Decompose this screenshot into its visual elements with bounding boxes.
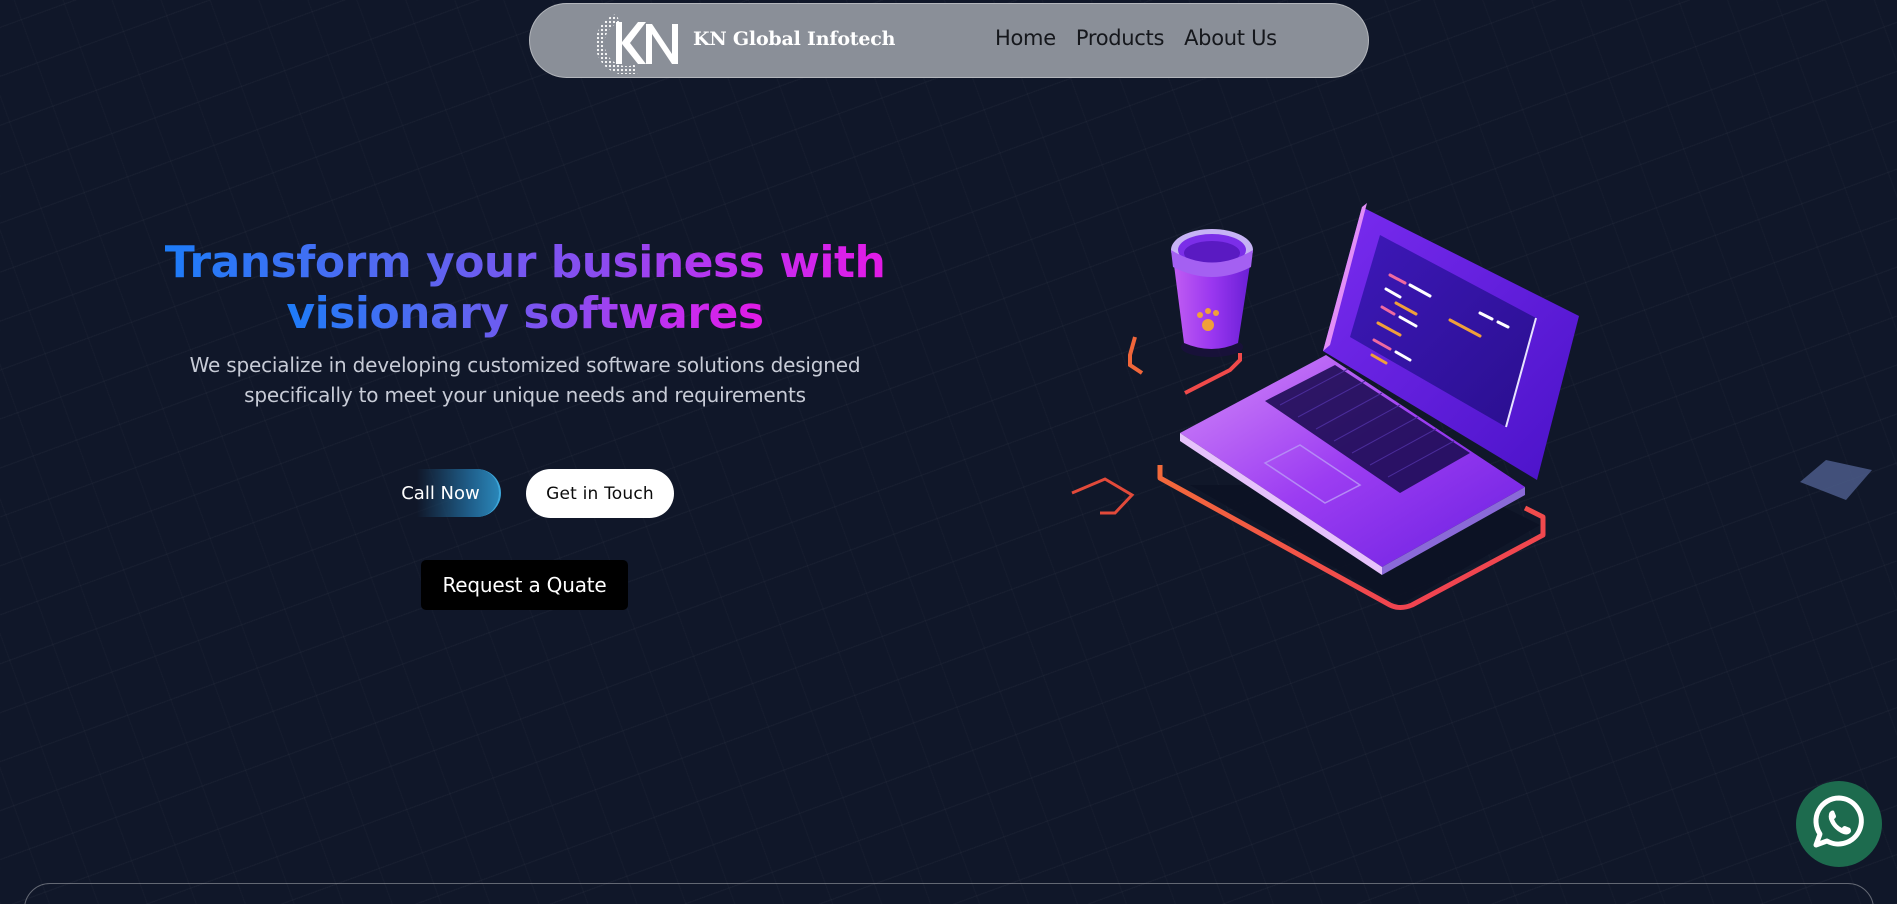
get-in-touch-button[interactable]: Get in Touch — [526, 469, 674, 518]
hero-subtitle-line2: specifically to meet your unique needs a… — [244, 383, 806, 407]
navbar: KN Global Infotech Home Products About U… — [529, 3, 1369, 78]
request-quote-button[interactable]: Request a Quate — [421, 560, 628, 610]
kn-logo-icon[interactable] — [588, 12, 688, 76]
nav-link-home[interactable]: Home — [995, 26, 1056, 50]
hero-title-line2: visionary softwares — [286, 288, 764, 339]
brand-name[interactable]: KN Global Infotech — [693, 28, 895, 50]
whatsapp-icon — [1809, 792, 1869, 856]
nav-links: Home Products About Us — [995, 26, 1277, 50]
whatsapp-button[interactable] — [1796, 781, 1882, 867]
next-section-card — [24, 883, 1874, 904]
decorative-diamond — [1800, 460, 1872, 504]
call-now-button[interactable]: Call Now — [382, 469, 501, 517]
nav-link-products[interactable]: Products — [1076, 26, 1165, 50]
laptop-illustration — [1060, 195, 1590, 615]
hero-title-line1: Transform your business with — [164, 237, 886, 288]
nav-link-about-us[interactable]: About Us — [1184, 26, 1277, 50]
hero-subtitle: We specialize in developing customized s… — [150, 350, 900, 410]
hero-title: Transform your business with visionary s… — [140, 237, 910, 339]
hero-subtitle-line1: We specialize in developing customized s… — [189, 353, 861, 377]
